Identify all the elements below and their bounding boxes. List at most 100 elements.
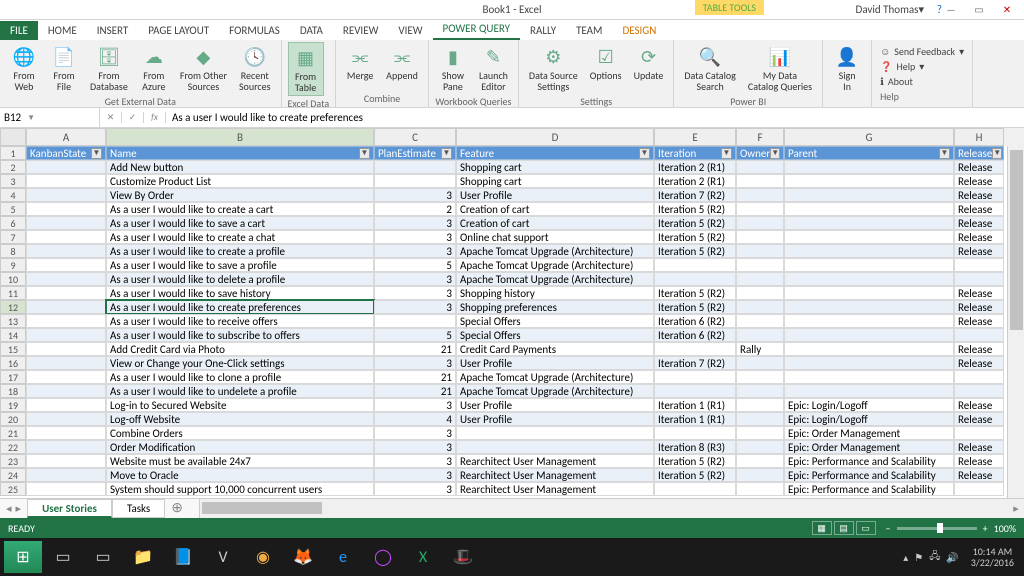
sheet-nav-prev[interactable]: ◂ <box>6 502 12 515</box>
cell-G19[interactable]: Epic: Login/Logoff <box>784 398 954 412</box>
cell-E9[interactable] <box>654 258 736 272</box>
taskbar-app-4[interactable]: 📘 <box>164 541 202 573</box>
cell-H11[interactable]: Release <box>954 286 1004 300</box>
cell-D18[interactable]: Apache Tomcat Upgrade (Architecture) <box>456 384 654 398</box>
taskbar-ie[interactable]: e <box>324 541 362 573</box>
cell-C15[interactable]: 21 <box>374 342 456 356</box>
cell-F18[interactable] <box>736 384 784 398</box>
cell-C11[interactable]: 3 <box>374 286 456 300</box>
tab-page-layout[interactable]: PAGE LAYOUT <box>138 21 219 40</box>
cell-B19[interactable]: Log-in to Secured Website <box>106 398 374 412</box>
tab-power-query[interactable]: POWER QUERY <box>433 19 520 40</box>
tab-rally[interactable]: RALLY <box>520 21 566 40</box>
cell-G11[interactable] <box>784 286 954 300</box>
formula-input[interactable] <box>166 111 1024 124</box>
cell-B2[interactable]: Add New button <box>106 160 374 174</box>
cell-C10[interactable]: 3 <box>374 272 456 286</box>
row-header-3[interactable]: 3 <box>0 174 26 188</box>
cell-D16[interactable]: User Profile <box>456 356 654 370</box>
table-header-name[interactable]: Name▼ <box>106 146 374 160</box>
scroll-right-icon[interactable]: ▸ <box>1008 499 1024 518</box>
cell-E15[interactable] <box>654 342 736 356</box>
cell-D4[interactable]: User Profile <box>456 188 654 202</box>
cell-G17[interactable] <box>784 370 954 384</box>
cell-D3[interactable]: Shopping cart <box>456 174 654 188</box>
cell-B25[interactable]: System should support 10,000 concurrent … <box>106 482 374 496</box>
cell-G25[interactable]: Epic: Performance and Scalability <box>784 482 954 496</box>
cell-B24[interactable]: Move to Oracle <box>106 468 374 482</box>
cell-D24[interactable]: Rearchitect User Management <box>456 468 654 482</box>
taskbar-excel[interactable]: X <box>404 541 442 573</box>
cell-E21[interactable] <box>654 426 736 440</box>
cell-H10[interactable] <box>954 272 1004 286</box>
cell-G24[interactable]: Epic: Performance and Scalability <box>784 468 954 482</box>
cell-D10[interactable]: Apache Tomcat Upgrade (Architecture) <box>456 272 654 286</box>
cell-H22[interactable]: Release <box>954 440 1004 454</box>
sign-in-button[interactable]: 👤SignIn <box>829 42 865 94</box>
cell-D8[interactable]: Apache Tomcat Upgrade (Architecture) <box>456 244 654 258</box>
cell-B22[interactable]: Order Modification <box>106 440 374 454</box>
cell-D19[interactable]: User Profile <box>456 398 654 412</box>
merge-button[interactable]: ⫘Merge <box>342 42 378 91</box>
cell-H25[interactable] <box>954 482 1004 496</box>
cell-C21[interactable]: 3 <box>374 426 456 440</box>
cell-F14[interactable] <box>736 328 784 342</box>
tab-file[interactable]: FILE <box>0 21 38 40</box>
view-page-break-button[interactable]: ▭ <box>856 521 876 535</box>
cell-A24[interactable] <box>26 468 106 482</box>
sheet-tab-user-stories[interactable]: User Stories <box>27 499 112 518</box>
cell-A11[interactable] <box>26 286 106 300</box>
cell-B12[interactable]: As a user I would like to create prefere… <box>106 300 374 314</box>
cell-G2[interactable] <box>784 160 954 174</box>
taskbar-app-3[interactable]: 📁 <box>124 541 162 573</box>
column-header-C[interactable]: C <box>374 128 456 146</box>
cell-B13[interactable]: As a user I would like to receive offers <box>106 314 374 328</box>
cell-A5[interactable] <box>26 202 106 216</box>
cell-F12[interactable] <box>736 300 784 314</box>
cell-G7[interactable] <box>784 230 954 244</box>
row-header-1[interactable]: 1 <box>0 146 26 160</box>
table-header-parent[interactable]: Parent▼ <box>784 146 954 160</box>
cell-H19[interactable]: Release <box>954 398 1004 412</box>
cell-H14[interactable] <box>954 328 1004 342</box>
cell-F9[interactable] <box>736 258 784 272</box>
sheet-nav-next[interactable]: ▸ <box>16 502 22 515</box>
filter-dropdown-icon[interactable]: ▼ <box>992 148 1002 159</box>
horizontal-scrollbar[interactable]: ◂ ▸ <box>199 499 1024 518</box>
cell-B3[interactable]: Customize Product List <box>106 174 374 188</box>
cell-D15[interactable]: Credit Card Payments <box>456 342 654 356</box>
cell-A9[interactable] <box>26 258 106 272</box>
cell-G18[interactable] <box>784 384 954 398</box>
taskbar-app-5[interactable]: V <box>204 541 242 573</box>
cell-A12[interactable] <box>26 300 106 314</box>
column-header-A[interactable]: A <box>26 128 106 146</box>
taskbar-app-1[interactable]: ▭ <box>44 541 82 573</box>
cell-B15[interactable]: Add Credit Card via Photo <box>106 342 374 356</box>
cell-E7[interactable]: Iteration 5 (R2) <box>654 230 736 244</box>
zoom-slider[interactable] <box>897 527 977 530</box>
row-header-20[interactable]: 20 <box>0 412 26 426</box>
table-header-release[interactable]: Release▼ <box>954 146 1004 160</box>
cell-G16[interactable] <box>784 356 954 370</box>
cell-C22[interactable]: 3 <box>374 440 456 454</box>
filter-dropdown-icon[interactable]: ▼ <box>939 148 950 159</box>
my-data-catalog-queries-button[interactable]: 📊My DataCatalog Queries <box>744 42 816 94</box>
cell-D9[interactable]: Apache Tomcat Upgrade (Architecture) <box>456 258 654 272</box>
cell-A17[interactable] <box>26 370 106 384</box>
tab-formulas[interactable]: FORMULAS <box>219 21 290 40</box>
cell-H24[interactable]: Release <box>954 468 1004 482</box>
cell-F24[interactable] <box>736 468 784 482</box>
clock[interactable]: 10:14 AM3/22/2016 <box>965 546 1020 568</box>
row-header-21[interactable]: 21 <box>0 426 26 440</box>
cell-G21[interactable]: Epic: Order Management <box>784 426 954 440</box>
cell-F13[interactable] <box>736 314 784 328</box>
cell-B5[interactable]: As a user I would like to create a cart <box>106 202 374 216</box>
table-header-feature[interactable]: Feature▼ <box>456 146 654 160</box>
cell-A3[interactable] <box>26 174 106 188</box>
cell-B14[interactable]: As a user I would like to subscribe to o… <box>106 328 374 342</box>
cell-C12[interactable]: 3 <box>374 300 456 314</box>
cell-B10[interactable]: As a user I would like to delete a profi… <box>106 272 374 286</box>
cell-H9[interactable] <box>954 258 1004 272</box>
filter-dropdown-icon[interactable]: ▼ <box>721 148 732 159</box>
cell-G9[interactable] <box>784 258 954 272</box>
